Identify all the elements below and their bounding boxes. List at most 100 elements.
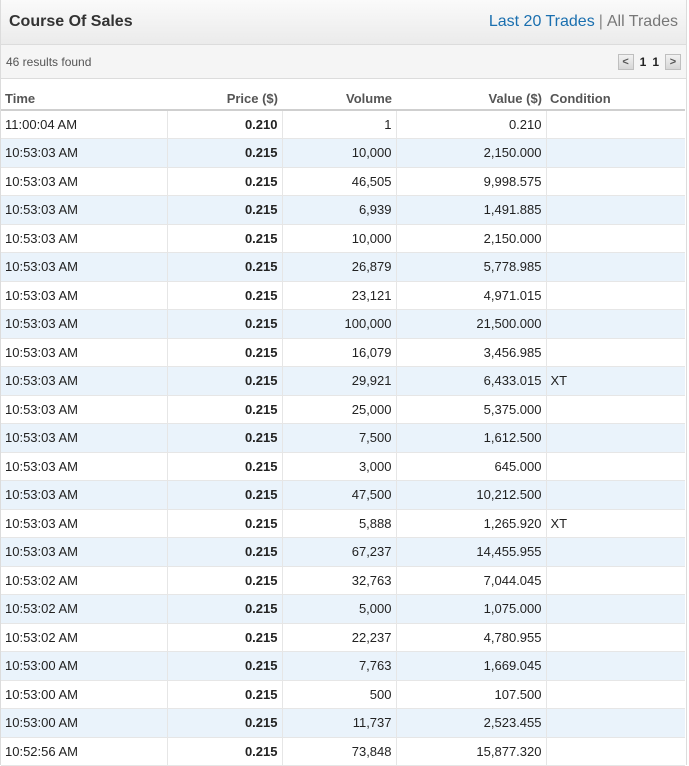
cell-time: 10:53:00 AM [1, 680, 168, 709]
cell-value: 15,877.320 [396, 737, 547, 766]
cell-condition [546, 594, 685, 624]
cell-volume: 26,879 [282, 252, 397, 282]
cell-time: 10:53:02 AM [1, 594, 168, 624]
cell-value: 5,778.985 [396, 252, 547, 282]
results-count: 46 results found [6, 54, 92, 69]
cell-condition [546, 537, 685, 567]
cell-volume: 29,921 [282, 366, 397, 396]
cell-price: 0.215 [167, 708, 283, 738]
cell-price: 0.215 [167, 252, 283, 282]
cell-time: 10:53:03 AM [1, 224, 168, 253]
cell-value: 0.210 [396, 110, 547, 139]
table-row: 10:53:03 AM 0.215 10,000 2,150.000 [1, 224, 685, 253]
cell-volume: 100,000 [282, 309, 397, 339]
cell-time: 10:53:03 AM [1, 309, 168, 339]
next-page-button[interactable]: > [665, 53, 681, 70]
link-separator: | [598, 13, 603, 30]
cell-volume: 7,763 [282, 651, 397, 681]
cell-time: 10:53:03 AM [1, 480, 168, 510]
cell-value: 4,780.955 [396, 623, 547, 652]
cell-volume: 7,500 [282, 423, 397, 453]
table-row: 10:53:03 AM 0.215 16,079 3,456.985 [1, 338, 685, 367]
table-row: 10:53:00 AM 0.215 11,737 2,523.455 [1, 708, 685, 738]
cell-condition [546, 566, 685, 595]
current-page[interactable]: 1 [640, 55, 647, 69]
cell-time: 10:53:03 AM [1, 395, 168, 424]
cell-time: 10:53:02 AM [1, 623, 168, 652]
cell-value: 2,523.455 [396, 708, 547, 738]
column-header-condition: Condition [546, 79, 685, 111]
cell-condition [546, 395, 685, 424]
cell-condition [546, 651, 685, 681]
panel-header: Course Of Sales Last 20 Trades | All Trade… [1, 0, 686, 45]
cell-value: 2,150.000 [396, 138, 547, 168]
table-row: 10:53:02 AM 0.215 32,763 7,044.045 [1, 566, 685, 595]
table-row: 10:53:03 AM 0.215 3,000 645.000 [1, 452, 685, 481]
cell-value: 645.000 [396, 452, 547, 481]
cell-time: 11:00:04 AM [1, 110, 168, 139]
cell-condition [546, 110, 685, 139]
course-of-sales-panel: Course Of Sales Last 20 Trades | All Trade… [0, 0, 687, 766]
cell-price: 0.215 [167, 480, 283, 510]
cell-price: 0.215 [167, 651, 283, 681]
all-trades-link[interactable]: All Trades [607, 13, 678, 30]
cell-condition [546, 309, 685, 339]
table-row: 10:53:03 AM 0.215 23,121 4,971.015 [1, 281, 685, 310]
table-row: 10:53:03 AM 0.215 10,000 2,150.000 [1, 138, 685, 168]
cell-value: 1,669.045 [396, 651, 547, 681]
cell-time: 10:53:03 AM [1, 138, 168, 168]
last-20-trades-link[interactable]: Last 20 Trades [489, 13, 595, 30]
cell-condition [546, 195, 685, 225]
cell-volume: 10,000 [282, 138, 397, 168]
table-header-row: Time Price ($) Volume Value ($) Conditio… [1, 79, 685, 111]
cell-value: 9,998.575 [396, 167, 547, 196]
cell-price: 0.215 [167, 281, 283, 310]
cell-value: 107.500 [396, 680, 547, 709]
cell-condition [546, 167, 685, 196]
panel-title: Course Of Sales [9, 13, 133, 30]
table-row: 10:53:03 AM 0.215 67,237 14,455.955 [1, 537, 685, 567]
cell-value: 2,150.000 [396, 224, 547, 253]
cell-price: 0.215 [167, 594, 283, 624]
cell-value: 14,455.955 [396, 537, 547, 567]
cell-value: 1,265.920 [396, 509, 547, 538]
column-header-price: Price ($) [167, 79, 282, 111]
cell-volume: 22,237 [282, 623, 397, 652]
prev-page-button[interactable]: < [617, 53, 634, 70]
cell-volume: 73,848 [282, 737, 397, 766]
cell-volume: 1 [282, 110, 397, 139]
table-row: 10:52:56 AM 0.215 73,848 15,877.320 [1, 737, 685, 766]
cell-condition [546, 252, 685, 282]
cell-price: 0.215 [167, 138, 283, 168]
cell-price: 0.215 [167, 423, 283, 453]
cell-price: 0.215 [167, 167, 283, 196]
cell-value: 1,612.500 [396, 423, 547, 453]
results-bar: 46 results found < 1 1 > [1, 45, 686, 79]
table-row: 10:53:03 AM 0.215 47,500 10,212.500 [1, 480, 685, 510]
cell-condition [546, 680, 685, 709]
pagination: < 1 1 > [617, 53, 681, 70]
cell-volume: 16,079 [282, 338, 397, 367]
cell-price: 0.215 [167, 680, 283, 709]
cell-price: 0.215 [167, 366, 283, 396]
table-row: 10:53:03 AM 0.215 100,000 21,500.000 [1, 309, 685, 339]
cell-price: 0.215 [167, 224, 283, 253]
cell-condition [546, 338, 685, 367]
table-row: 10:53:00 AM 0.215 500 107.500 [1, 680, 685, 709]
table-row: 10:53:03 AM 0.215 7,500 1,612.500 [1, 423, 685, 453]
cell-volume: 5,000 [282, 594, 397, 624]
cell-price: 0.215 [167, 737, 283, 766]
cell-value: 4,971.015 [396, 281, 547, 310]
cell-value: 7,044.045 [396, 566, 547, 595]
cell-price: 0.215 [167, 395, 283, 424]
cell-time: 10:53:03 AM [1, 452, 168, 481]
cell-volume: 47,500 [282, 480, 397, 510]
table-row: 10:53:02 AM 0.215 22,237 4,780.955 [1, 623, 685, 652]
cell-volume: 46,505 [282, 167, 397, 196]
cell-time: 10:53:03 AM [1, 338, 168, 367]
column-header-volume: Volume [282, 79, 396, 111]
cell-time: 10:53:03 AM [1, 281, 168, 310]
cell-time: 10:53:00 AM [1, 708, 168, 738]
total-pages: 1 [652, 54, 659, 69]
table-row: 10:53:03 AM 0.215 46,505 9,998.575 [1, 167, 685, 196]
